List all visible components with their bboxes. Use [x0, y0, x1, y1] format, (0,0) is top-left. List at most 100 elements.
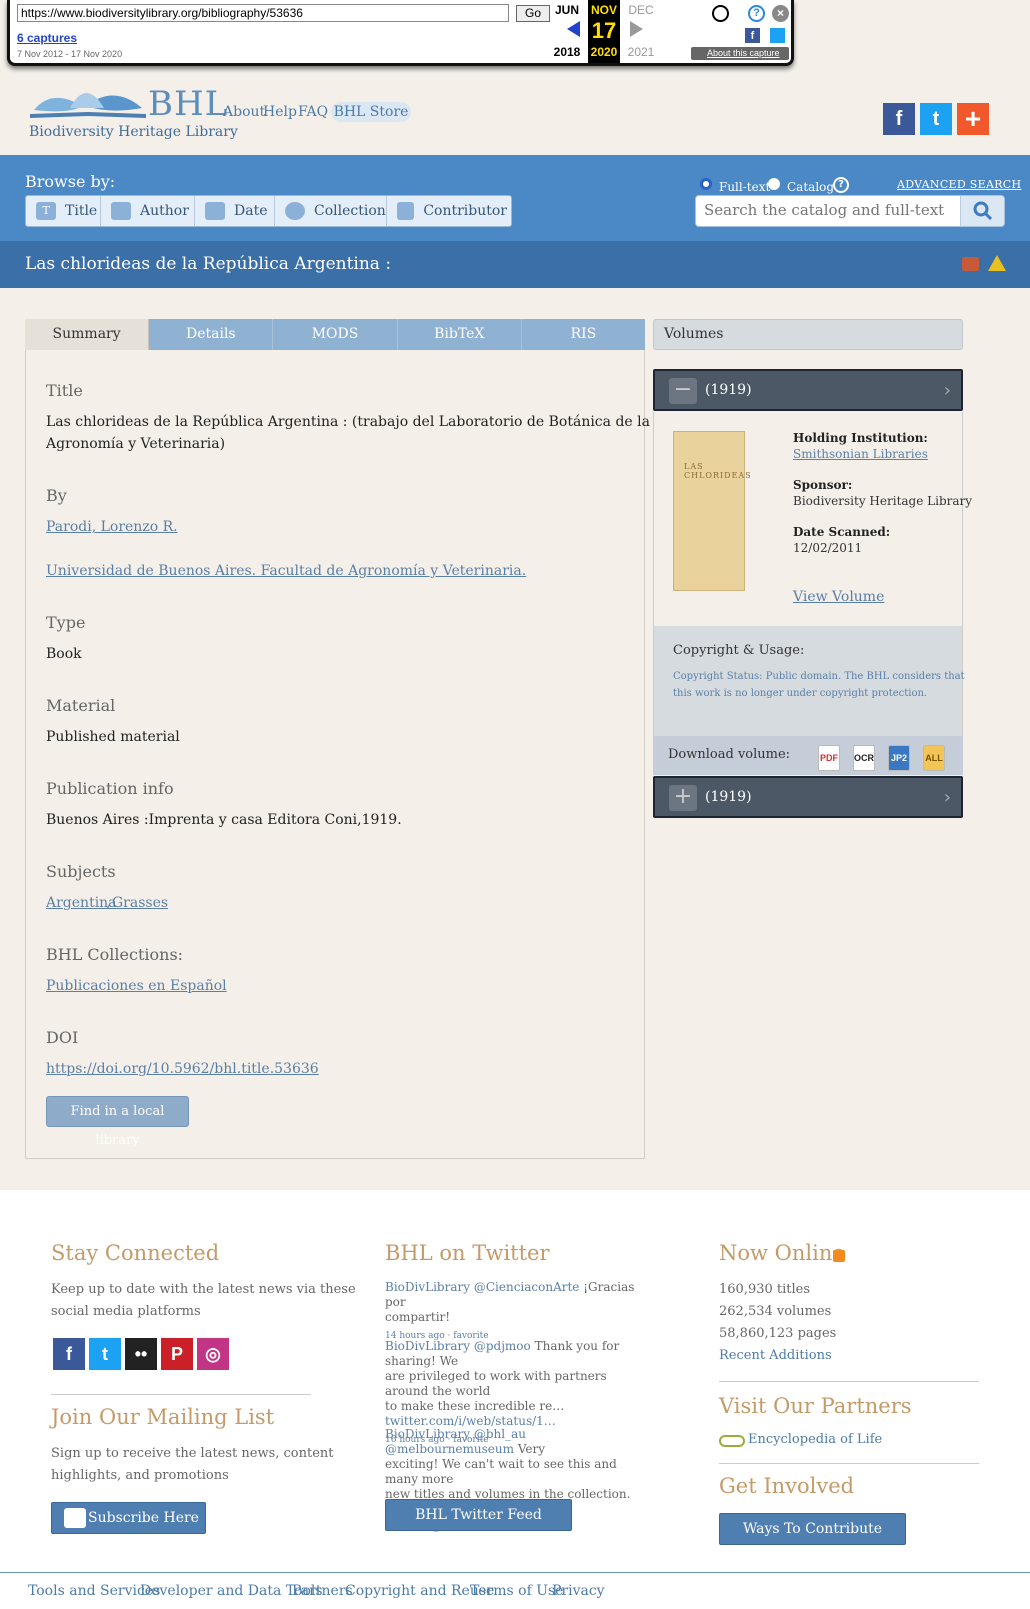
- title-icon: T: [36, 202, 56, 220]
- browse-collection[interactable]: Collection: [275, 196, 387, 226]
- wayback-url-input[interactable]: [17, 4, 509, 22]
- doi-link[interactable]: https://doi.org/10.5962/bhl.title.53636: [46, 1061, 319, 1077]
- twitter-feed-button[interactable]: BHL Twitter Feed: [385, 1499, 572, 1531]
- tweet-text: to make these incredible re…: [385, 1399, 565, 1413]
- wayback-prev-arrow-icon[interactable]: [567, 21, 580, 37]
- search-help-icon[interactable]: ?: [833, 177, 849, 193]
- wayback-twitter-icon[interactable]: [770, 28, 785, 43]
- wayback-year-next[interactable]: 2021: [624, 45, 658, 59]
- holding-institution-link[interactable]: Smithsonian Libraries: [793, 447, 928, 461]
- tweet-user[interactable]: BioDivLibrary: [385, 1339, 470, 1353]
- browse-contributor[interactable]: Contributor: [387, 196, 507, 226]
- publication-value: Buenos Aires :Imprenta y casa Editora Co…: [46, 812, 402, 828]
- wayback-facebook-icon[interactable]: f: [745, 28, 760, 43]
- wayback-user-icon[interactable]: [712, 5, 729, 22]
- tab-details[interactable]: Details: [149, 319, 274, 350]
- calendar-icon: [205, 202, 225, 220]
- tweet-mention[interactable]: @CienciaconArte: [474, 1280, 580, 1294]
- twitter-icon[interactable]: t: [89, 1338, 121, 1370]
- wayback-captures-link[interactable]: 6 captures: [17, 31, 77, 45]
- catalog-label: Catalog: [787, 180, 835, 194]
- wayback-help-icon[interactable]: ?: [748, 5, 765, 22]
- nav-bhl-store[interactable]: BHL Store: [331, 102, 411, 122]
- volume-1-bar[interactable]: − (1919) ›: [653, 369, 963, 411]
- wayback-year-current: 2020: [590, 45, 618, 59]
- page-title: Las chlorideas de la República Argentina…: [25, 254, 392, 274]
- divider: [719, 1463, 979, 1464]
- tab-bibtex[interactable]: BibTeX: [398, 319, 522, 350]
- tab-ris[interactable]: RIS: [522, 319, 645, 350]
- wayback-next-arrow-icon[interactable]: [630, 21, 643, 37]
- volume-2-bar[interactable]: + (1919) ›: [653, 776, 963, 818]
- facebook-icon[interactable]: f: [53, 1338, 85, 1370]
- flickr-icon[interactable]: ••: [125, 1338, 157, 1370]
- instagram-icon[interactable]: ◎: [197, 1338, 229, 1370]
- wayback-month-next[interactable]: DEC: [624, 3, 658, 17]
- chevron-right-icon[interactable]: ›: [944, 787, 951, 808]
- all-download-icon[interactable]: ALL: [923, 745, 945, 771]
- tab-mods[interactable]: MODS: [273, 319, 398, 350]
- wayback-go-button[interactable]: Go: [516, 5, 550, 22]
- now-online-heading: Now Online: [719, 1241, 845, 1265]
- search-button[interactable]: [960, 196, 1004, 226]
- search-input[interactable]: [704, 201, 954, 219]
- terms-of-use-link[interactable]: Terms of Use: [470, 1583, 563, 1599]
- institution-link[interactable]: Universidad de Buenos Aires. Facultad de…: [46, 563, 526, 579]
- browse-author[interactable]: Author: [101, 196, 195, 226]
- people-icon[interactable]: [962, 257, 979, 271]
- view-volume-link[interactable]: View Volume: [793, 589, 884, 605]
- bhl-logo-subtitle: Biodiversity Heritage Library: [29, 124, 238, 140]
- chevron-right-icon[interactable]: ›: [944, 380, 951, 401]
- mail-icon: [64, 1508, 86, 1528]
- browse-date[interactable]: Date: [195, 196, 275, 226]
- subject-grasses-link[interactable]: Grasses: [112, 895, 168, 911]
- fulltext-radio[interactable]: [700, 178, 712, 190]
- collapse-icon[interactable]: −: [669, 378, 697, 404]
- jp2-download-icon[interactable]: JP2: [888, 745, 910, 771]
- holding-institution-key: Holding Institution:: [793, 431, 928, 445]
- wayback-close-icon[interactable]: ×: [772, 5, 789, 22]
- ocr-download-icon[interactable]: OCR: [853, 745, 875, 771]
- tweet-mention[interactable]: @pdjmoo: [474, 1339, 531, 1353]
- partners-link[interactable]: Partners: [292, 1583, 353, 1599]
- doi-heading: DOI: [46, 1028, 79, 1047]
- volume-cover-thumbnail[interactable]: LAS CHLORIDEAS: [673, 431, 751, 591]
- tab-summary[interactable]: Summary: [25, 319, 150, 350]
- twitter-icon[interactable]: t: [920, 103, 952, 135]
- nav-faq[interactable]: FAQ: [298, 104, 328, 120]
- expand-icon[interactable]: +: [669, 785, 697, 811]
- catalog-radio[interactable]: [768, 178, 780, 190]
- title-line-2: Agronomía y Veterinaria): [46, 436, 226, 452]
- privacy-link[interactable]: Privacy: [552, 1583, 605, 1599]
- wayback-about-capture[interactable]: About this capture: [691, 47, 789, 60]
- author-link[interactable]: Parodi, Lorenzo R.: [46, 519, 178, 535]
- search-box: [695, 195, 1005, 227]
- mailing-list-line-2: highlights, and promotions: [51, 1468, 229, 1483]
- subscribe-button[interactable]: Subscribe Here: [51, 1502, 206, 1534]
- advanced-search-link[interactable]: ADVANCED SEARCH: [897, 178, 1021, 191]
- bhl-logo-text[interactable]: BHL: [148, 84, 228, 124]
- warning-icon[interactable]: [988, 255, 1006, 271]
- wayback-month-prev[interactable]: JUN: [550, 3, 584, 17]
- tweet-user[interactable]: BioDivLibrary: [385, 1280, 470, 1294]
- eol-link[interactable]: Encyclopedia of Life: [748, 1429, 882, 1451]
- browse-title[interactable]: T Title: [26, 196, 101, 226]
- wayback-year-prev[interactable]: 2018: [550, 45, 584, 59]
- ways-to-contribute-button[interactable]: Ways To Contribute: [719, 1513, 906, 1545]
- facebook-icon[interactable]: f: [883, 103, 915, 135]
- rss-icon[interactable]: [833, 1250, 845, 1262]
- nav-help[interactable]: Help: [263, 104, 297, 120]
- divider: [719, 1381, 979, 1382]
- pdf-download-icon[interactable]: PDF: [818, 745, 840, 771]
- fulltext-label: Full-text: [719, 180, 771, 194]
- bhl-logo-icon[interactable]: [30, 80, 146, 122]
- nav-about[interactable]: About: [223, 104, 265, 120]
- find-local-library-button[interactable]: Find in a local library: [46, 1096, 189, 1148]
- collection-link[interactable]: Publicaciones en Español: [46, 978, 227, 994]
- add-share-icon[interactable]: +: [957, 103, 989, 135]
- date-scanned-key: Date Scanned:: [793, 525, 891, 539]
- tweet-user[interactable]: BioDivLibrary: [385, 1427, 470, 1441]
- recent-additions-link[interactable]: Recent Additions: [719, 1345, 832, 1367]
- eol-logo-icon[interactable]: [719, 1435, 745, 1447]
- pinterest-icon[interactable]: P: [161, 1338, 193, 1370]
